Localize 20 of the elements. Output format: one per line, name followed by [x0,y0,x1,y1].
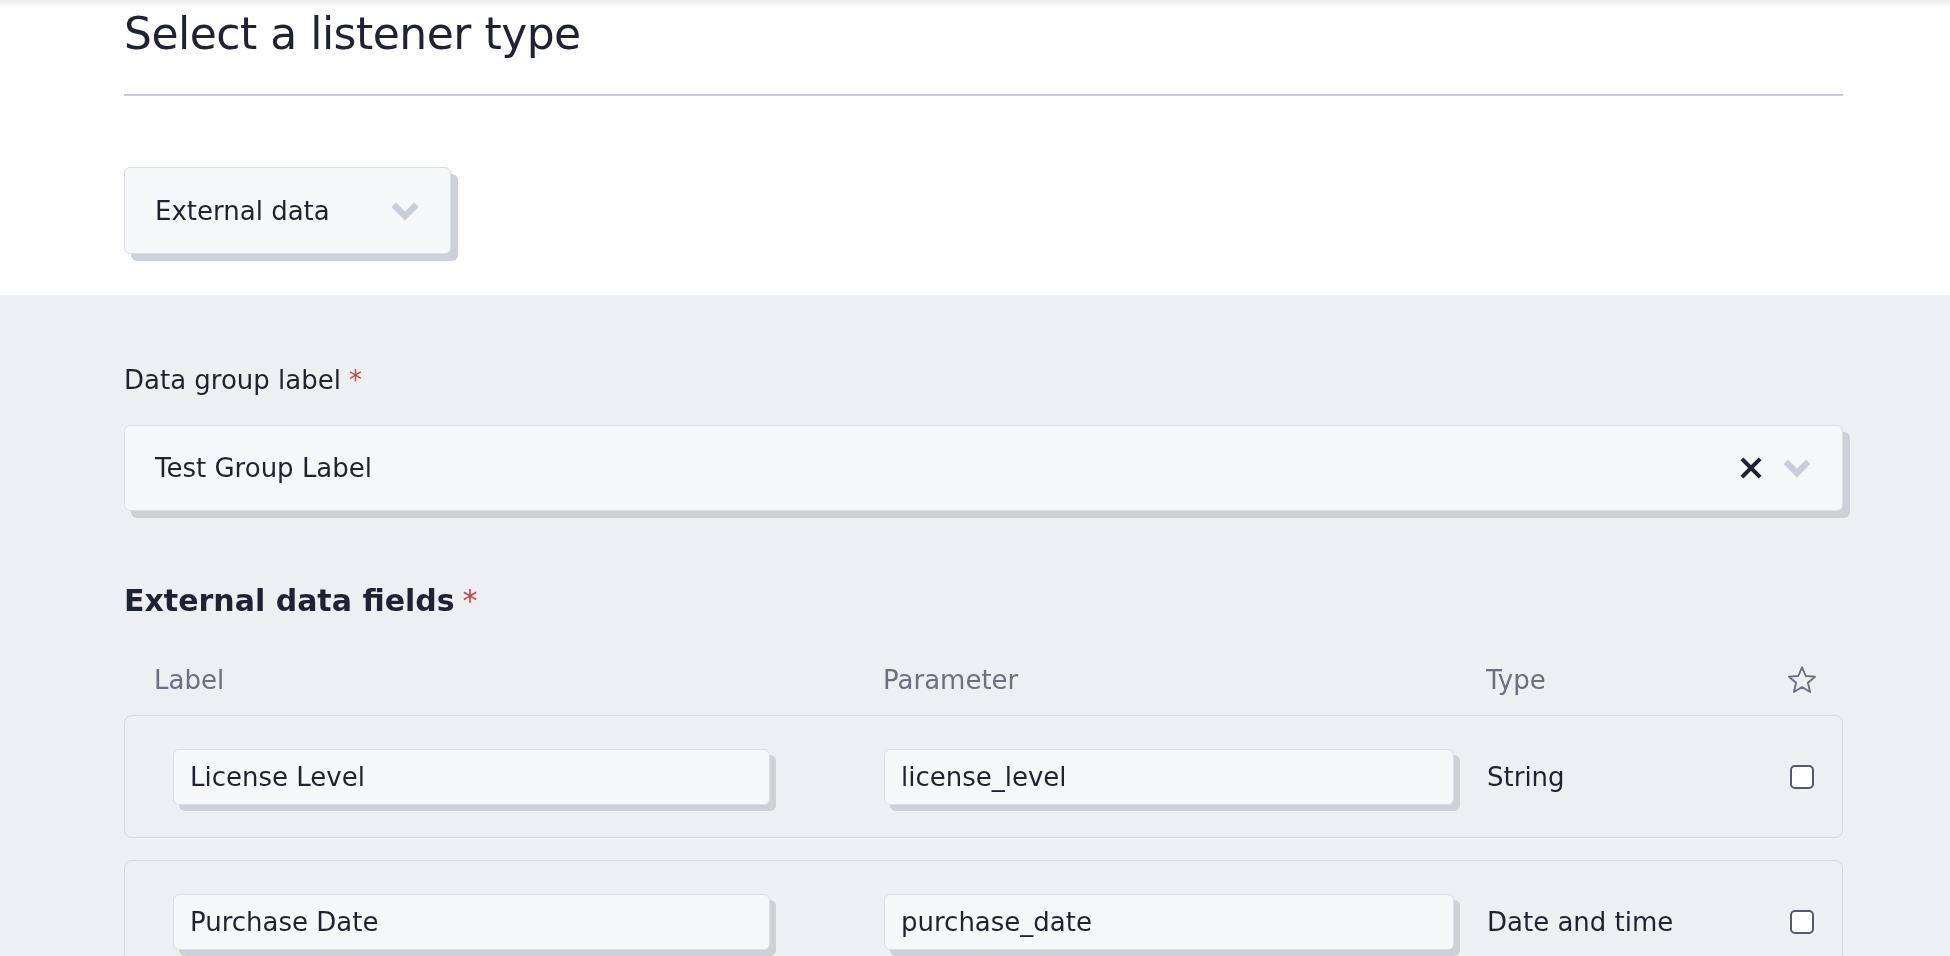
required-asterisk: * [462,583,478,618]
section-heading: External data fields [124,583,455,618]
clear-icon[interactable] [1738,455,1764,481]
label-input[interactable]: License Level [173,748,770,805]
page-title: Select a listener type [124,7,582,61]
field-label: Data group label [124,365,341,395]
label-input[interactable]: Purchase Date [173,893,770,950]
star-icon [1785,664,1818,696]
column-header: Type [1486,665,1547,695]
parameter-input[interactable]: purchase_date [884,893,1454,950]
column-header: Parameter [883,665,1020,695]
column-header: Label [153,665,226,695]
required-asterisk: * [349,365,362,395]
parameter-input[interactable]: license_level [884,748,1454,805]
type-text: String [1487,761,1566,792]
checkbox[interactable] [1789,764,1814,789]
checkbox[interactable] [1789,909,1814,934]
chevron-down-icon [1782,458,1812,478]
type-text: Date and time [1487,906,1675,937]
chevron-down-icon [390,200,420,221]
